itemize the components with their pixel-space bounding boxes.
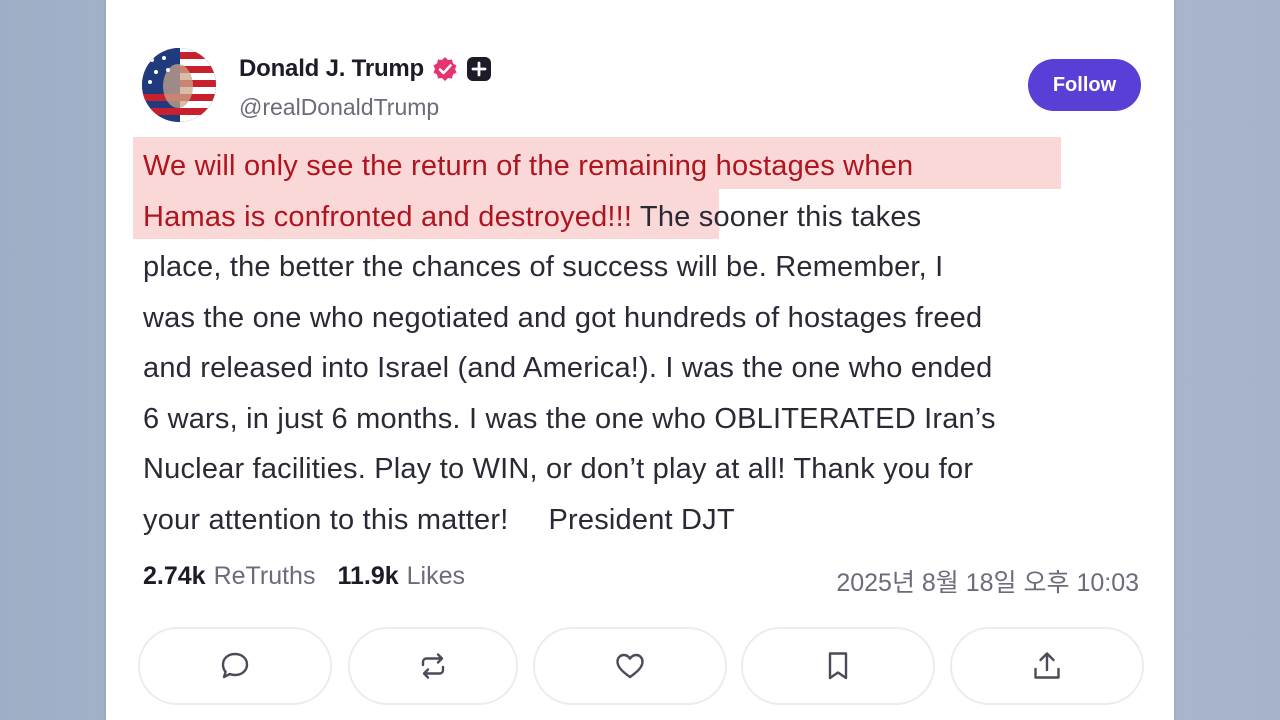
- post-text: We will only see the return of the remai…: [143, 141, 1143, 545]
- author-handle[interactable]: @realDonaldTrump: [239, 94, 439, 121]
- retruth-button[interactable]: [348, 627, 518, 705]
- post-line-7: Nuclear facilities. Play to WIN, or don’…: [143, 453, 974, 485]
- highlight-line-2: Hamas is confronted and destroyed!!!: [143, 200, 633, 233]
- repost-icon: [421, 653, 445, 679]
- likes-label: Likes: [406, 562, 466, 590]
- retruths-count: 2.74k: [143, 562, 206, 590]
- share-button[interactable]: [950, 627, 1144, 705]
- comment-icon: [221, 652, 249, 679]
- likes-stat[interactable]: 11.9k Likes: [337, 562, 465, 591]
- post-line-2: Hamas is confronted and destroyed!!! The…: [143, 192, 1143, 243]
- heart-icon: [616, 653, 644, 679]
- post-line-6: 6 wars, in just 6 months. I was the one …: [143, 402, 996, 435]
- post-stats: 2.74k ReTruths 11.9k Likes: [143, 562, 465, 591]
- signature: President DJT: [548, 503, 735, 536]
- like-button[interactable]: [533, 627, 727, 705]
- post-line-3: place, the better the chances of success…: [143, 251, 944, 283]
- bookmark-button[interactable]: [741, 627, 935, 705]
- avatar[interactable]: [142, 48, 216, 122]
- likes-count: 11.9k: [337, 562, 399, 590]
- plus-badge-icon: [466, 56, 492, 82]
- post-line-5: and released into Israel (and America!).…: [143, 352, 993, 384]
- post-line-8: your attention to this matter! President …: [143, 495, 1143, 546]
- post-timestamp[interactable]: 2025년 8월 18일 오후 10:03: [836, 563, 1139, 599]
- author-row: Donald J. Trump: [239, 52, 492, 86]
- action-bar: [138, 627, 1144, 707]
- highlight-line-1: We will only see the return of the remai…: [143, 150, 914, 182]
- post-line-4: was the one who negotiated and got hundr…: [143, 301, 983, 334]
- retruths-label: ReTruths: [213, 562, 316, 590]
- retruths-stat[interactable]: 2.74k ReTruths: [143, 562, 315, 591]
- post-line-2-rest: The sooner this takes: [632, 200, 922, 233]
- verified-badge-icon: [432, 56, 458, 82]
- share-icon: [1034, 652, 1060, 679]
- bookmark-icon: [828, 652, 848, 680]
- follow-button[interactable]: Follow: [1028, 59, 1141, 111]
- post-line-8-text: your attention to this matter!: [143, 503, 509, 536]
- author-name[interactable]: Donald J. Trump: [239, 55, 424, 83]
- reply-button[interactable]: [138, 627, 332, 705]
